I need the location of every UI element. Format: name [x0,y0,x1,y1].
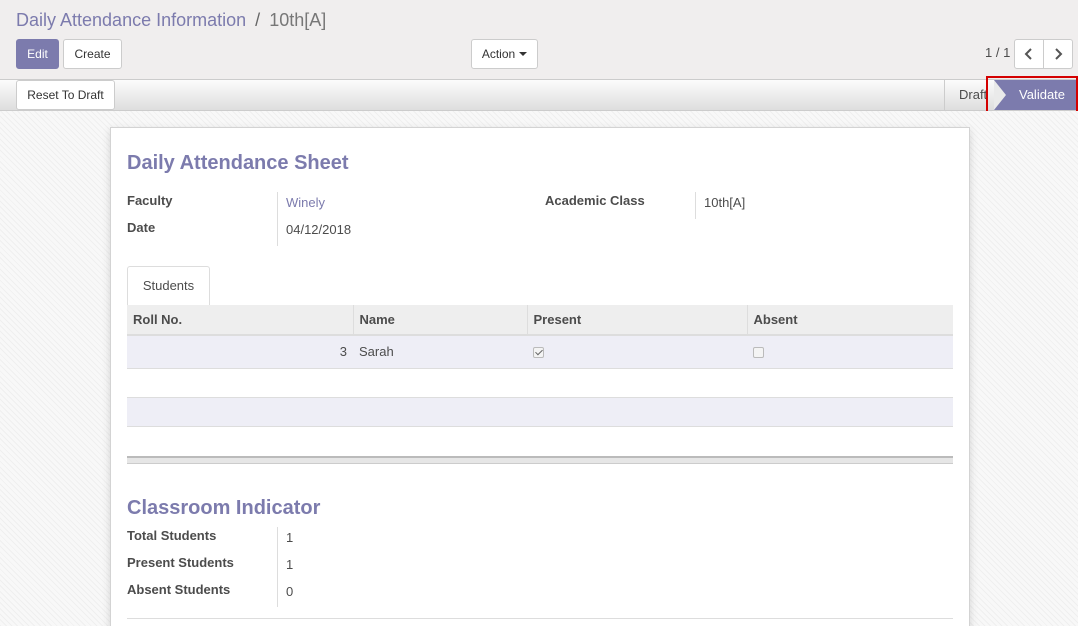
date-value: 04/12/2018 [286,222,352,237]
breadcrumb: Daily Attendance Information / 10th[A] [16,10,326,31]
field-divider [277,192,278,246]
total-students-label: Total Students [127,528,217,543]
tab-students[interactable]: Students [127,266,210,306]
table-header-row: Roll No. Name Present Absent [127,305,953,336]
control-panel: Daily Attendance Information / 10th[A] E… [0,0,1078,80]
cell-roll-no: 3 [127,335,353,369]
column-name[interactable]: Name [353,305,528,336]
create-button[interactable]: Create [63,39,122,69]
caret-down-icon [519,52,528,56]
total-students-value: 1 [286,530,294,545]
field-divider [695,192,696,219]
edit-button[interactable]: Edit [16,39,59,69]
table-row[interactable]: 3 Sarah [127,335,953,369]
faculty-value-link[interactable]: Winely [286,195,325,210]
indicator-title: Classroom Indicator [127,497,321,519]
pager-next-button[interactable] [1043,39,1073,69]
absent-students-label: Absent Students [127,582,231,597]
action-label: Action [481,47,516,61]
table-footer [127,456,953,464]
chevron-left-icon [1024,48,1032,60]
cell-present [527,335,747,369]
pager-value: 1 / 1 [985,45,1011,60]
breadcrumb-current: 10th[A] [269,10,327,30]
cell-absent [747,335,953,369]
breadcrumb-parent-link[interactable]: Daily Attendance Information [16,10,246,30]
present-students-value: 1 [286,557,294,572]
cell-name: Sarah [353,335,527,369]
date-label: Date [127,220,156,235]
bottom-divider [127,618,953,619]
action-dropdown-button[interactable]: Action [471,39,538,69]
statusbar: Reset To Draft Draft Validate [0,79,1078,111]
present-students-label: Present Students [127,555,234,570]
chevron-right-icon [1055,48,1063,60]
absent-students-value: 0 [286,584,294,599]
absent-checkbox[interactable] [753,347,764,359]
students-table: Roll No. Name Present Absent 3 Sarah [127,305,953,369]
faculty-label: Faculty [127,193,173,208]
pager-previous-button[interactable] [1014,39,1044,69]
highlight-box [986,76,1078,114]
column-roll-no[interactable]: Roll No. [127,305,354,336]
field-divider [277,527,278,607]
reset-to-draft-button[interactable]: Reset To Draft [16,80,115,110]
present-checkbox[interactable] [533,347,544,359]
column-present[interactable]: Present [527,305,748,336]
empty-table-row [127,397,953,427]
breadcrumb-separator: / [255,10,261,30]
form-sheet [110,127,970,626]
column-absent[interactable]: Absent [747,305,953,336]
academic-class-label: Academic Class [545,193,645,208]
sheet-title: Daily Attendance Sheet [127,152,349,174]
academic-class-value: 10th[A] [704,195,746,210]
